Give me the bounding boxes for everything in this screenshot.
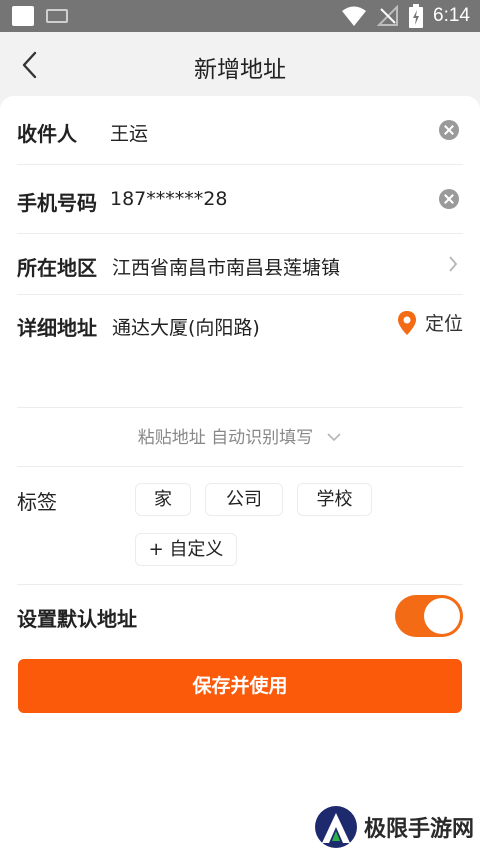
chevron-right-icon[interactable] (447, 255, 459, 273)
wifi-icon (342, 6, 367, 26)
phone-label: 手机号码 (17, 191, 97, 215)
detail-row[interactable]: 详细地址 通达大厦(向阳路) 定位 (17, 295, 463, 407)
tag-custom[interactable]: + 自定义 (135, 533, 237, 566)
recipient-input[interactable]: 王运 (110, 119, 148, 146)
save-and-use-button[interactable]: 保存并使用 (18, 659, 462, 713)
status-time: 6:14 (433, 5, 470, 26)
locate-button[interactable]: 定位 (397, 309, 463, 336)
phone-input[interactable]: 187******28 (110, 188, 227, 210)
region-label: 所在地区 (17, 256, 97, 280)
status-bar: 6:14 (0, 0, 480, 32)
tag-school[interactable]: 学校 (297, 483, 372, 516)
nav-bar: 新增地址 (0, 32, 480, 96)
paste-address-row[interactable]: 粘贴地址 自动识别填写 (17, 407, 463, 467)
tags-label: 标签 (17, 490, 57, 514)
chevron-down-icon[interactable] (326, 432, 342, 442)
battery-charging-icon (409, 4, 424, 28)
paste-address-label: 粘贴地址 自动识别填写 (137, 428, 314, 448)
tag-home[interactable]: 家 (135, 483, 191, 516)
location-pin-icon (397, 310, 416, 335)
app-square-icon (12, 6, 34, 26)
divider (17, 584, 463, 585)
region-row[interactable]: 所在地区 江西省南昌市南昌县莲塘镇 (17, 234, 463, 295)
phone-row[interactable]: 手机号码 187******28 (17, 165, 463, 234)
tag-company[interactable]: 公司 (205, 483, 283, 516)
clear-icon[interactable] (439, 120, 459, 140)
clear-icon[interactable] (439, 189, 459, 209)
locate-label: 定位 (424, 313, 463, 335)
default-address-label: 设置默认地址 (17, 607, 137, 631)
region-value[interactable]: 江西省南昌市南昌县莲塘镇 (112, 253, 340, 280)
recipient-row[interactable]: 收件人 王运 (17, 96, 463, 165)
detail-input[interactable]: 通达大厦(向阳路) (112, 313, 260, 340)
page-title: 新增地址 (194, 57, 286, 83)
watermark-logo-icon (314, 806, 357, 848)
address-form-card: 收件人 王运 手机号码 187******28 所在地区 江西省南昌市南昌县莲塘… (0, 96, 480, 853)
default-address-toggle[interactable] (395, 595, 463, 637)
watermark: 极限手游网 (314, 805, 474, 849)
detail-label: 详细地址 (17, 316, 97, 340)
no-signal-icon (377, 5, 399, 26)
watermark-text: 极限手游网 (363, 816, 474, 842)
keyboard-icon (46, 9, 68, 23)
toggle-knob (424, 598, 460, 634)
recipient-label: 收件人 (17, 122, 77, 146)
